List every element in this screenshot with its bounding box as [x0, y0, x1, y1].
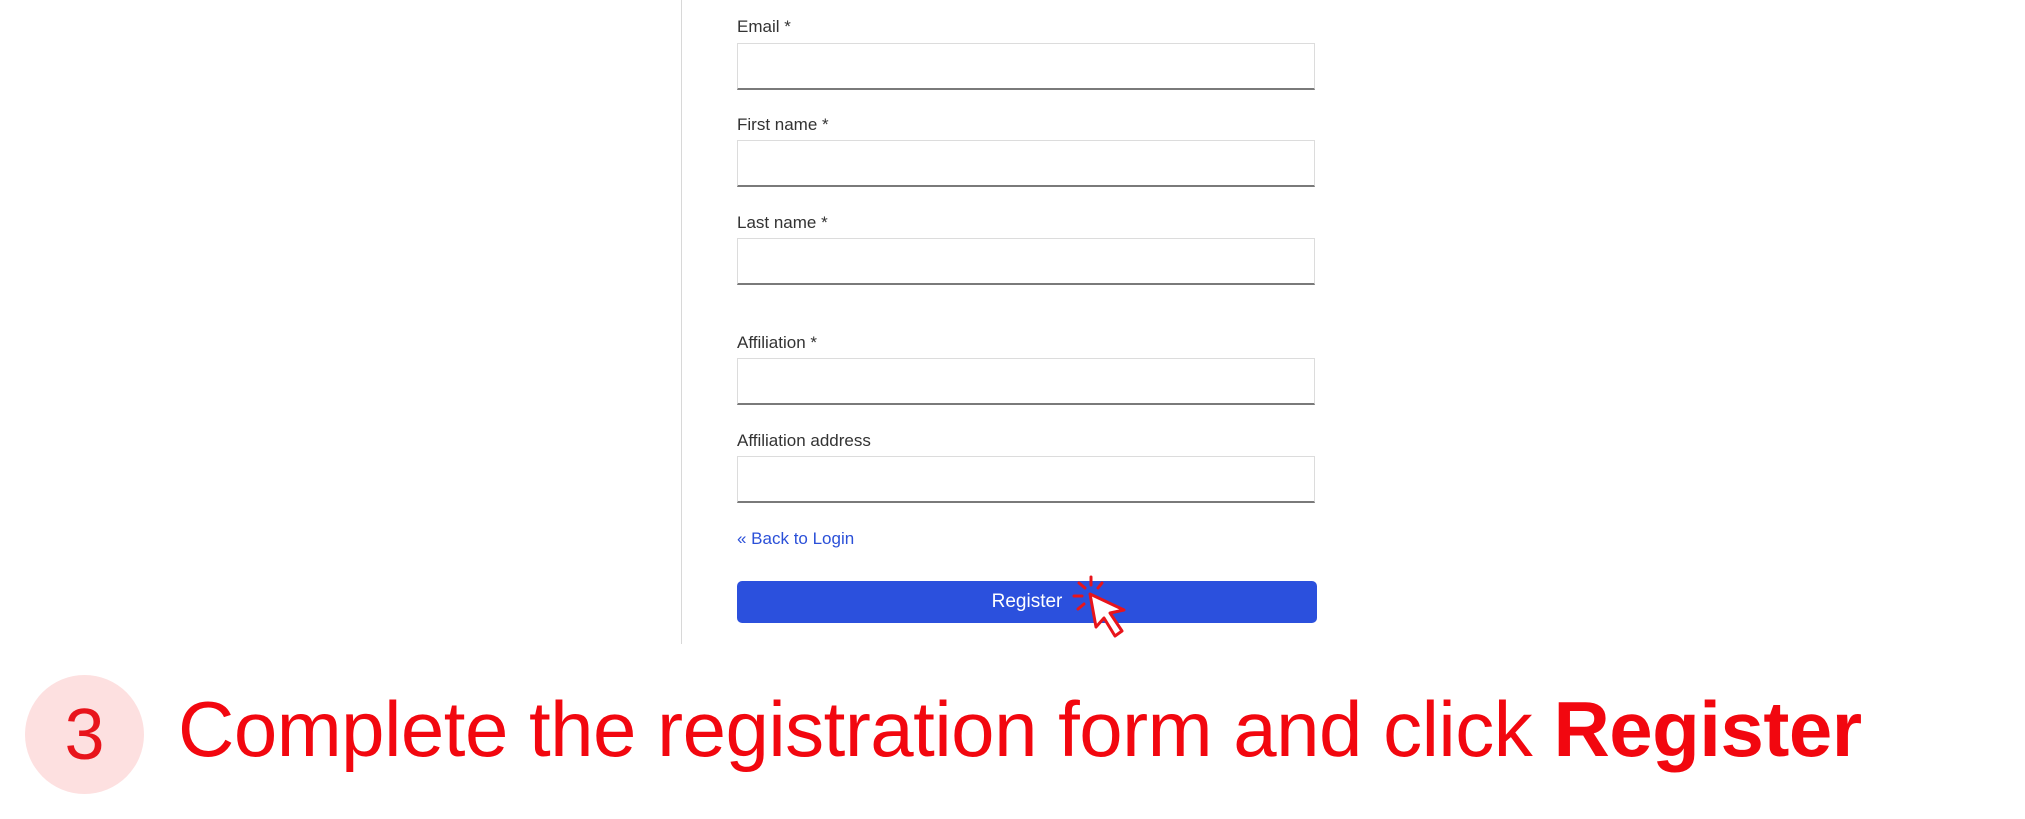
last-name-label: Last name * [737, 213, 828, 232]
step-instruction: Complete the registration form and click… [178, 683, 1862, 777]
step-number-badge: 3 [25, 675, 144, 794]
affiliation-field[interactable] [737, 358, 1315, 405]
email-field[interactable] [737, 43, 1315, 90]
affiliation-address-label: Affiliation address [737, 431, 871, 450]
back-to-login-link[interactable]: « Back to Login [737, 529, 854, 549]
first-name-field[interactable] [737, 140, 1315, 187]
instruction-text: Complete the registration form and click [178, 685, 1554, 773]
form-column-divider [681, 0, 682, 644]
first-name-label: First name * [737, 115, 829, 134]
instruction-emphasis: Register [1553, 685, 1862, 773]
email-label: Email * [737, 17, 791, 36]
register-button[interactable]: Register [737, 581, 1317, 623]
register-button-label: Register [991, 591, 1063, 612]
affiliation-address-field[interactable] [737, 456, 1315, 503]
affiliation-label: Affiliation * [737, 333, 818, 352]
click-cursor-icon [1072, 575, 1126, 638]
step-number: 3 [64, 694, 105, 775]
last-name-field[interactable] [737, 238, 1315, 285]
